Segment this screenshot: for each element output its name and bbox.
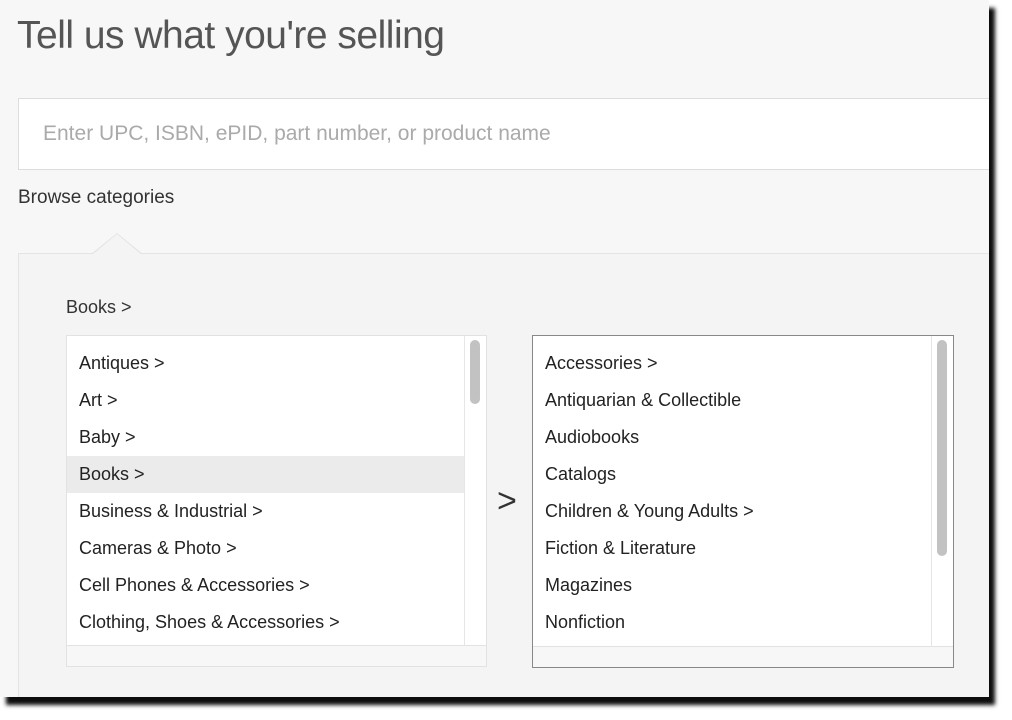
subcategory-item-fiction[interactable]: Fiction & Literature (533, 530, 931, 567)
subcategory-item-children[interactable]: Children & Young Adults > (533, 493, 931, 530)
category-item-antiques[interactable]: Antiques > (67, 345, 464, 382)
left-list-scroll-thumb[interactable] (470, 340, 480, 404)
subcategory-list[interactable]: Accessories > Antiquarian & Collectible … (532, 335, 954, 668)
category-item-art[interactable]: Art > (67, 382, 464, 419)
browse-categories-label: Browse categories (18, 187, 175, 208)
subcategory-item-magazines[interactable]: Magazines (533, 567, 931, 604)
right-list-footer (533, 646, 953, 667)
left-list-scrollbar[interactable] (464, 336, 486, 646)
subcategory-item-audiobooks[interactable]: Audiobooks (533, 419, 931, 456)
category-item-books[interactable]: Books > (67, 456, 464, 493)
chevron-right-icon: > (497, 482, 517, 520)
category-item-business-industrial[interactable]: Business & Industrial > (67, 493, 464, 530)
right-list-scrollbar[interactable] (931, 336, 953, 647)
category-item-cameras-photo[interactable]: Cameras & Photo > (67, 530, 464, 567)
top-level-category-list[interactable]: Antiques > Art > Baby > Books > Business… (66, 335, 487, 667)
category-browser-panel: Books > Antiques > Art > Baby > Books > … (18, 233, 989, 697)
subcategory-item-nonfiction[interactable]: Nonfiction (533, 604, 931, 641)
subcategory-item-antiquarian[interactable]: Antiquarian & Collectible (533, 382, 931, 419)
page-title: Tell us what you're selling (17, 14, 445, 57)
product-search-input[interactable] (19, 99, 989, 169)
category-breadcrumb[interactable]: Books > (66, 297, 132, 318)
right-list-scroll-thumb[interactable] (937, 340, 947, 556)
category-item-clothing-shoes[interactable]: Clothing, Shoes & Accessories > (67, 604, 464, 641)
category-item-baby[interactable]: Baby > (67, 419, 464, 456)
panel-pointer-caret-fill (92, 234, 142, 255)
left-list-footer (67, 645, 486, 666)
search-box (18, 98, 989, 170)
subcategory-item-catalogs[interactable]: Catalogs (533, 456, 931, 493)
subcategory-item-accessories[interactable]: Accessories > (533, 345, 931, 382)
category-item-cell-phones[interactable]: Cell Phones & Accessories > (67, 567, 464, 604)
sell-page: Tell us what you're selling Browse categ… (0, 0, 989, 697)
